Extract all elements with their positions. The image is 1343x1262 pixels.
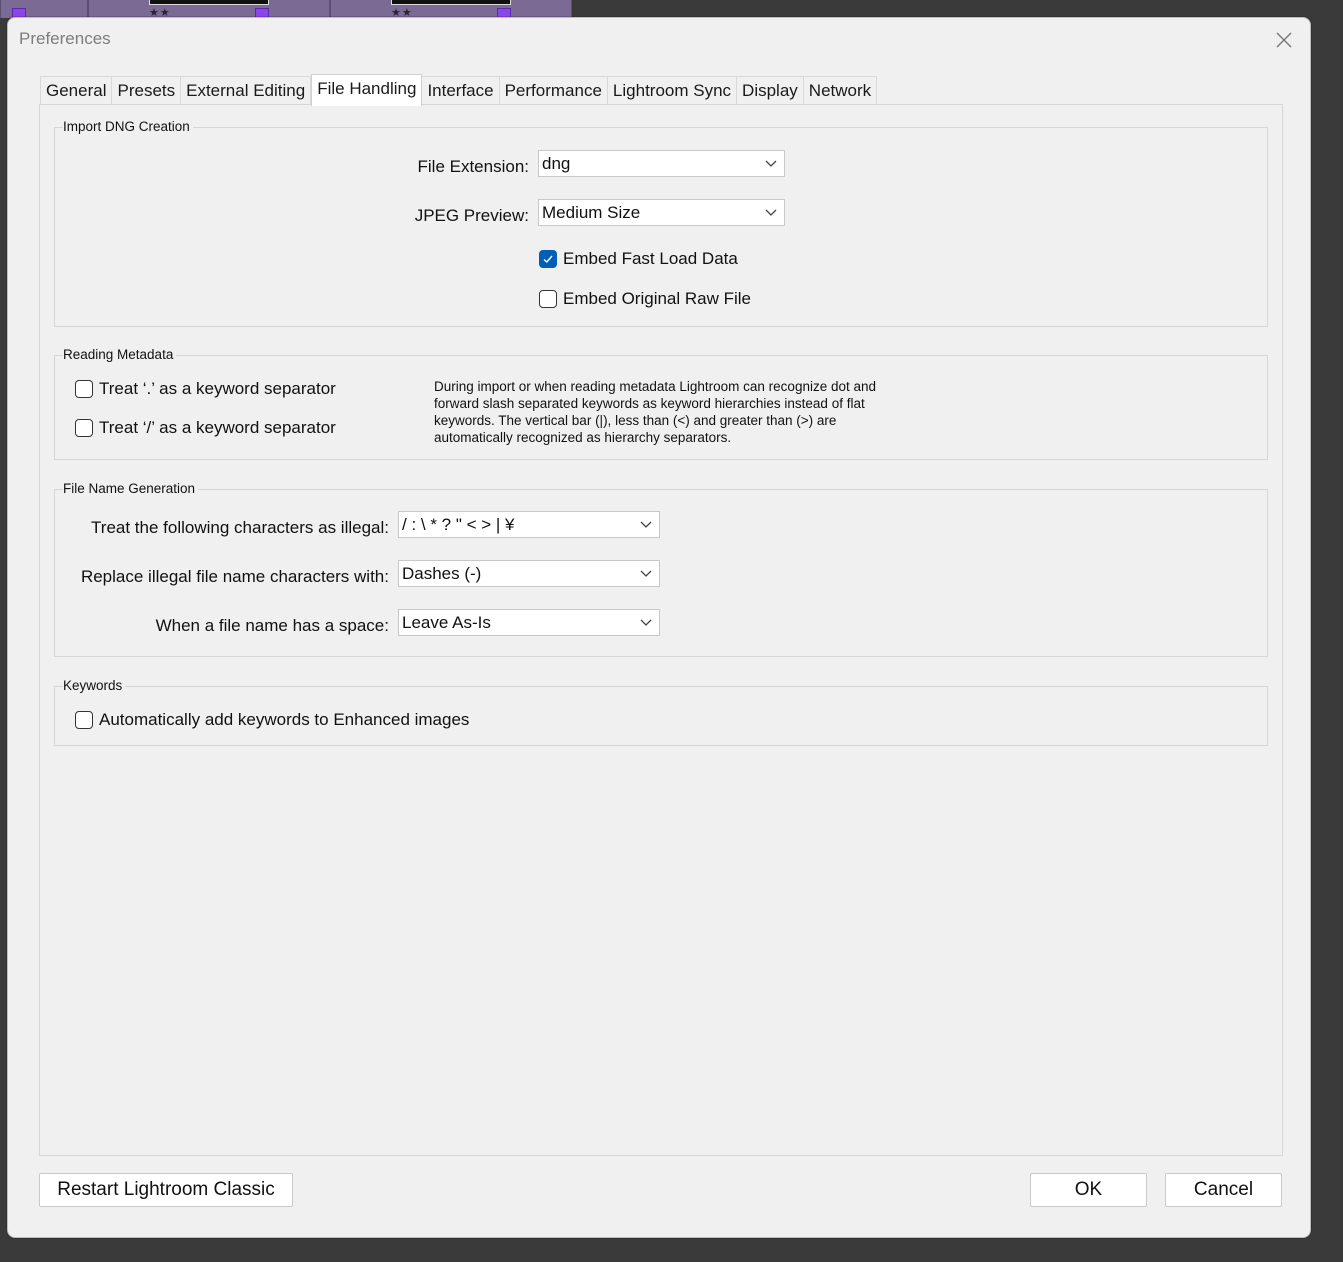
select-value: dng bbox=[542, 154, 571, 173]
embed-fast-load-checkbox[interactable]: Embed Fast Load Data bbox=[539, 249, 738, 269]
cancel-button[interactable]: Cancel bbox=[1165, 1173, 1282, 1207]
tab-lightroom-sync[interactable]: Lightroom Sync bbox=[607, 76, 738, 105]
group-label: Reading Metadata bbox=[63, 347, 177, 362]
chevron-down-icon bbox=[640, 619, 652, 626]
restart-lightroom-button[interactable]: Restart Lightroom Classic bbox=[39, 1173, 293, 1207]
checkbox-box[interactable] bbox=[75, 419, 93, 437]
replace-characters-label: Replace illegal file name characters wit… bbox=[80, 567, 389, 586]
tab-bar: General Presets External Editing File Ha… bbox=[40, 74, 878, 106]
checkbox-box[interactable] bbox=[539, 290, 557, 308]
filmstrip-thumbnail: ★★ bbox=[88, 0, 330, 20]
auto-add-keywords-checkbox[interactable]: Automatically add keywords to Enhanced i… bbox=[75, 710, 469, 730]
checkbox-label: Treat ‘.’ as a keyword separator bbox=[99, 379, 336, 398]
jpeg-preview-select[interactable]: Medium Size bbox=[538, 199, 785, 226]
tab-presets[interactable]: Presets bbox=[112, 76, 182, 105]
tab-file-handling[interactable]: File Handling bbox=[311, 74, 423, 106]
group-label: Keywords bbox=[63, 678, 126, 693]
chevron-down-icon bbox=[765, 160, 777, 167]
jpeg-preview-label: JPEG Preview: bbox=[414, 206, 529, 225]
preferences-dialog: Preferences General Presets External Edi… bbox=[7, 17, 1311, 1238]
file-name-generation-group: File Name Generation Treat the following… bbox=[54, 481, 1268, 657]
file-handling-panel: Import DNG Creation File Extension: dng … bbox=[39, 104, 1283, 1156]
checkbox-box[interactable] bbox=[75, 711, 93, 729]
illegal-characters-select[interactable]: / : \ * ? " < > | ¥ bbox=[398, 511, 660, 538]
space-handling-select[interactable]: Leave As-Is bbox=[398, 609, 660, 636]
tab-display[interactable]: Display bbox=[737, 76, 804, 105]
reading-metadata-group: Reading Metadata Treat ‘.’ as a keyword … bbox=[54, 347, 1268, 460]
filmstrip-thumbnail bbox=[0, 0, 88, 20]
slash-separator-checkbox[interactable]: Treat ‘/’ as a keyword separator bbox=[75, 418, 336, 438]
tab-performance[interactable]: Performance bbox=[499, 76, 608, 105]
thumbnail-image bbox=[149, 0, 269, 5]
ok-button[interactable]: OK bbox=[1030, 1173, 1147, 1207]
tab-interface[interactable]: Interface bbox=[422, 76, 500, 105]
file-extension-label: File Extension: bbox=[417, 157, 530, 176]
close-button[interactable] bbox=[1272, 28, 1296, 52]
select-value: / : \ * ? " < > | ¥ bbox=[402, 515, 515, 534]
checkbox-label: Embed Fast Load Data bbox=[563, 249, 738, 268]
thumbnail-image bbox=[391, 0, 511, 5]
embed-original-raw-checkbox[interactable]: Embed Original Raw File bbox=[539, 289, 751, 309]
select-value: Leave As-Is bbox=[402, 613, 491, 632]
import-dng-creation-group: Import DNG Creation File Extension: dng … bbox=[54, 119, 1268, 327]
space-handling-label: When a file name has a space: bbox=[155, 616, 389, 635]
checkmark-icon bbox=[543, 255, 553, 263]
title-bar: Preferences bbox=[8, 18, 1310, 62]
filmstrip-thumbnail: ★★ bbox=[330, 0, 572, 20]
group-label: File Name Generation bbox=[63, 481, 199, 496]
chevron-down-icon bbox=[640, 570, 652, 577]
checkbox-label: Embed Original Raw File bbox=[563, 289, 752, 308]
checkbox-label: Treat ‘/’ as a keyword separator bbox=[99, 418, 336, 437]
tab-external-editing[interactable]: External Editing bbox=[181, 76, 312, 105]
checkbox-label: Automatically add keywords to Enhanced i… bbox=[99, 710, 470, 729]
select-value: Dashes (-) bbox=[402, 564, 482, 583]
replace-characters-select[interactable]: Dashes (-) bbox=[398, 560, 660, 587]
tab-general[interactable]: General bbox=[40, 76, 113, 105]
keywords-group: Keywords Automatically add keywords to E… bbox=[54, 678, 1268, 746]
dialog-title: Preferences bbox=[19, 29, 111, 48]
chevron-down-icon bbox=[640, 521, 652, 528]
close-icon bbox=[1276, 32, 1292, 48]
dot-separator-checkbox[interactable]: Treat ‘.’ as a keyword separator bbox=[75, 379, 336, 399]
chevron-down-icon bbox=[765, 209, 777, 216]
metadata-info-text: During import or when reading metadata L… bbox=[434, 379, 877, 445]
background-filmstrip: ★★ ★★ bbox=[0, 0, 572, 20]
checkbox-box[interactable] bbox=[75, 380, 93, 398]
checkbox-box[interactable] bbox=[539, 250, 557, 268]
group-label: Import DNG Creation bbox=[63, 119, 193, 134]
illegal-characters-label: Treat the following characters as illega… bbox=[91, 518, 389, 537]
select-value: Medium Size bbox=[542, 203, 641, 222]
file-extension-select[interactable]: dng bbox=[538, 150, 785, 177]
tab-network[interactable]: Network bbox=[803, 76, 878, 105]
